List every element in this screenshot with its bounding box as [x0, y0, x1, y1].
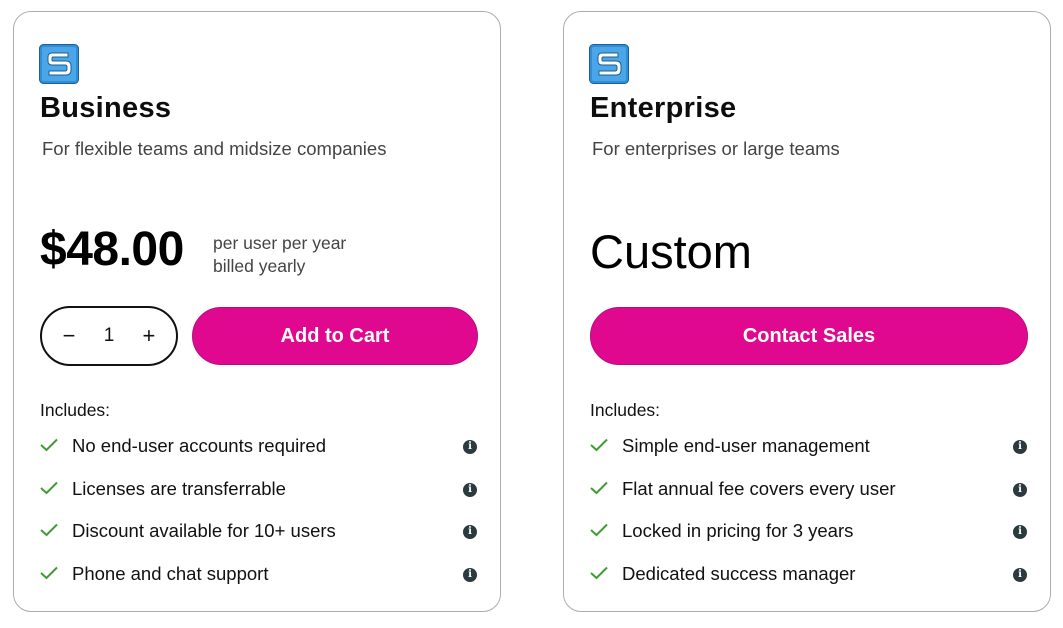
info-icon[interactable]: i: [1013, 482, 1027, 497]
check-icon: [40, 563, 72, 580]
feature-list: No end-user accounts required i Licenses…: [40, 435, 480, 605]
plan-title: Business: [40, 92, 172, 124]
feature-item: Dedicated success manager i: [590, 563, 1030, 606]
feature-label: Dedicated success manager: [622, 562, 856, 584]
check-icon: [40, 478, 72, 495]
check-icon: [590, 478, 622, 495]
plan-card-enterprise: Enterprise For enterprises or large team…: [563, 11, 1051, 612]
plan-description: For enterprises or large teams: [592, 138, 840, 159]
includes-label: Includes:: [590, 400, 661, 420]
feature-label: Flat annual fee covers every user: [622, 477, 896, 499]
check-icon: [590, 435, 622, 452]
feature-item: Simple end-user management i: [590, 435, 1030, 478]
feature-label: Locked in pricing for 3 years: [622, 520, 854, 541]
feature-item: Flat annual fee covers every user i: [590, 478, 1030, 521]
info-icon[interactable]: i: [463, 440, 477, 454]
plan-price: $48.00: [40, 223, 184, 276]
feature-label: Discount available for 10+ users: [72, 520, 336, 541]
feature-item: Phone and chat support i: [40, 563, 480, 606]
plan-card-business: Business For flexible teams and midsize …: [13, 11, 501, 612]
info-icon[interactable]: i: [1013, 440, 1027, 454]
check-icon: [590, 563, 622, 580]
feature-item: Discount available for 10+ users i: [40, 520, 480, 563]
increment-button[interactable]: +: [138, 323, 160, 349]
decrement-button[interactable]: −: [58, 323, 80, 349]
product-logo-icon: [589, 44, 629, 84]
feature-label: Licenses are transferrable: [72, 477, 286, 499]
info-icon[interactable]: i: [1013, 567, 1027, 582]
contact-sales-button[interactable]: Contact Sales: [590, 307, 1028, 365]
feature-label: Phone and chat support: [72, 562, 269, 584]
plan-title: Enterprise: [590, 92, 737, 124]
info-icon[interactable]: i: [463, 525, 477, 539]
price-note-line1: per user per year: [213, 233, 347, 253]
product-logo-icon: [39, 44, 79, 84]
plan-description: For flexible teams and midsize companies: [42, 138, 387, 159]
quantity-stepper: − 1 +: [40, 306, 178, 366]
price-note: per user per year billed yearly: [213, 232, 346, 278]
feature-item: No end-user accounts required i: [40, 435, 480, 478]
info-icon[interactable]: i: [463, 482, 477, 497]
info-icon[interactable]: i: [463, 567, 477, 582]
quantity-value[interactable]: 1: [104, 325, 115, 347]
plan-price: Custom: [590, 225, 752, 278]
info-icon[interactable]: i: [1013, 525, 1027, 539]
feature-item: Locked in pricing for 3 years i: [590, 520, 1030, 563]
add-to-cart-button[interactable]: Add to Cart: [192, 307, 478, 365]
feature-list: Simple end-user management i Flat annual…: [590, 435, 1030, 605]
feature-item: Licenses are transferrable i: [40, 478, 480, 521]
price-note-line2: billed yearly: [213, 256, 306, 276]
check-icon: [40, 520, 72, 537]
check-icon: [590, 520, 622, 537]
feature-label: No end-user accounts required: [72, 435, 327, 456]
includes-label: Includes:: [40, 400, 111, 420]
feature-label: Simple end-user management: [622, 435, 870, 456]
check-icon: [40, 435, 72, 452]
